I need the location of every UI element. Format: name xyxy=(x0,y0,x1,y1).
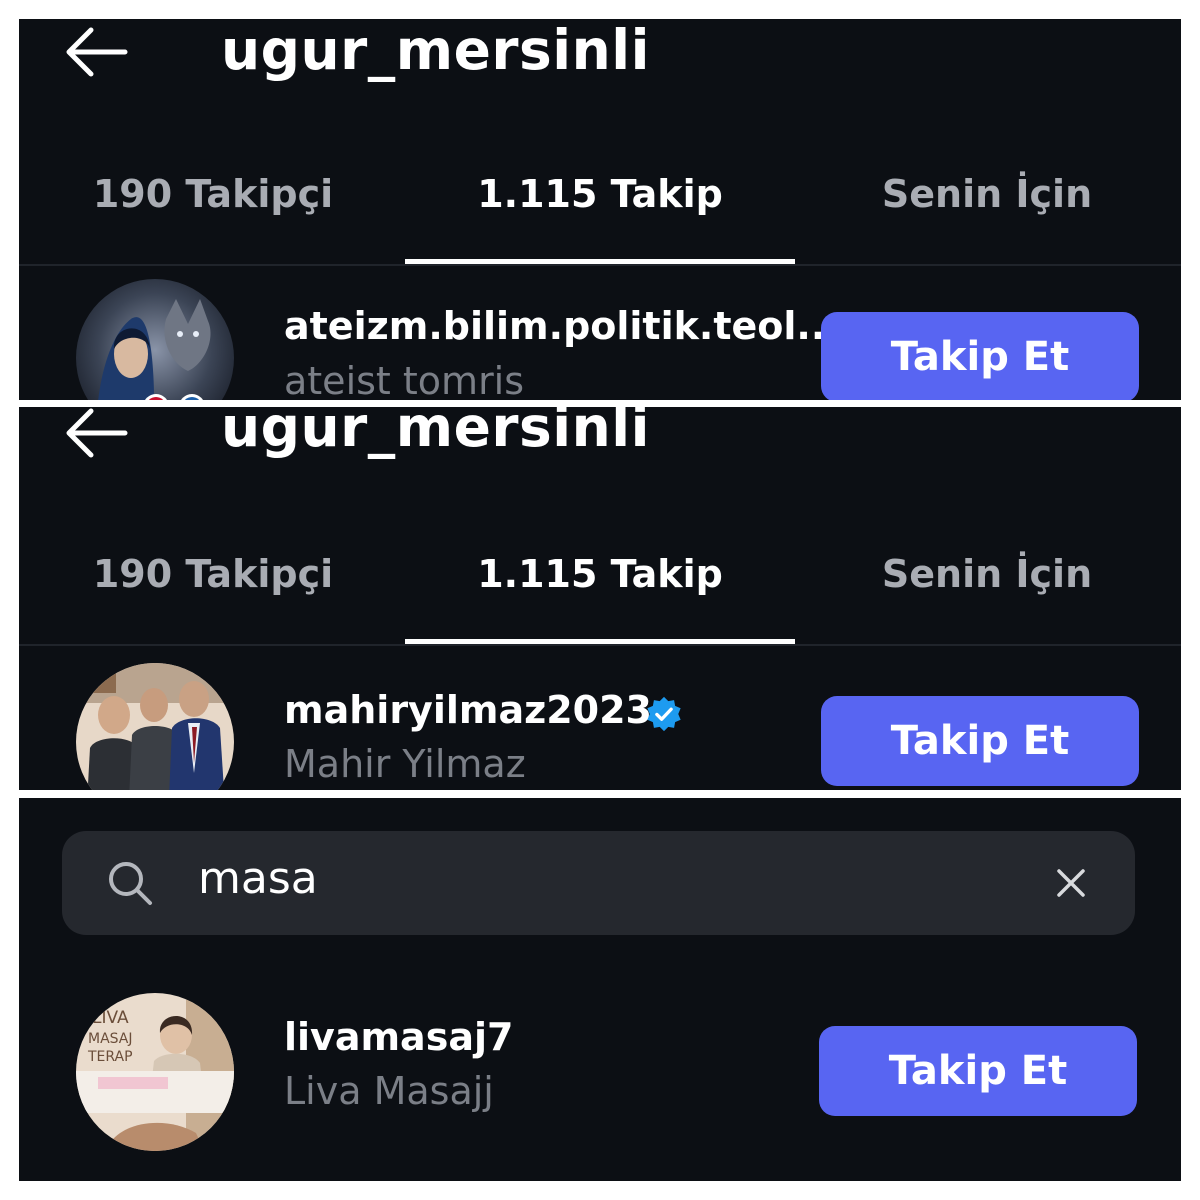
search-input[interactable]: masa xyxy=(198,853,318,904)
follow-button[interactable]: Takip Et xyxy=(821,696,1139,786)
follow-button[interactable]: Takip Et xyxy=(819,1026,1137,1116)
display-name: Liva Masajj xyxy=(284,1069,494,1113)
avatar[interactable] xyxy=(76,279,234,400)
avatar-logo-text: MASAJ xyxy=(88,1031,133,1047)
username[interactable]: ateizm.bilim.politik.teol... xyxy=(284,304,840,348)
tab-following[interactable]: 1.115 Takip xyxy=(406,552,794,596)
avatar-logo-text: LIVA xyxy=(92,1008,129,1028)
search-bar[interactable]: masa xyxy=(62,831,1135,935)
tab-for-you[interactable]: Senin İçin xyxy=(793,172,1181,216)
screenshot-panel-3: masa LIVA MASAJ TERAP livamasaj7 Liva Ma… xyxy=(19,798,1181,1181)
follow-button[interactable]: Takip Et xyxy=(821,312,1139,400)
screenshot-panel-2: ugur_mersinli 190 Takipçi 1.115 Takip Se… xyxy=(19,407,1181,790)
verified-badge-icon xyxy=(647,696,681,732)
avatar[interactable]: LIVA MASAJ TERAP xyxy=(76,993,234,1151)
screenshot-panel-1: ugur_mersinli 190 Takipçi 1.115 Takip Se… xyxy=(19,19,1181,400)
display-name: ateist tomris xyxy=(284,359,525,400)
tab-divider xyxy=(19,644,1181,646)
arrow-left-icon[interactable] xyxy=(63,407,129,459)
arrow-left-icon[interactable] xyxy=(63,26,129,78)
profile-title: ugur_mersinli xyxy=(221,407,650,459)
tab-followers[interactable]: 190 Takipçi xyxy=(19,172,407,216)
display-name: Mahir Yilmaz xyxy=(284,742,526,786)
search-icon xyxy=(109,862,152,905)
avatar[interactable] xyxy=(76,663,234,790)
tab-followers[interactable]: 190 Takipçi xyxy=(19,552,407,596)
username[interactable]: livamasaj7 xyxy=(284,1015,513,1059)
tab-following[interactable]: 1.115 Takip xyxy=(406,172,794,216)
username[interactable]: mahiryilmaz2023 xyxy=(284,688,652,732)
profile-title: ugur_mersinli xyxy=(221,19,650,82)
tab-for-you[interactable]: Senin İçin xyxy=(793,552,1181,596)
close-icon[interactable] xyxy=(1052,864,1090,902)
tab-divider xyxy=(19,264,1181,266)
avatar-logo-text: TERAP xyxy=(87,1049,133,1065)
